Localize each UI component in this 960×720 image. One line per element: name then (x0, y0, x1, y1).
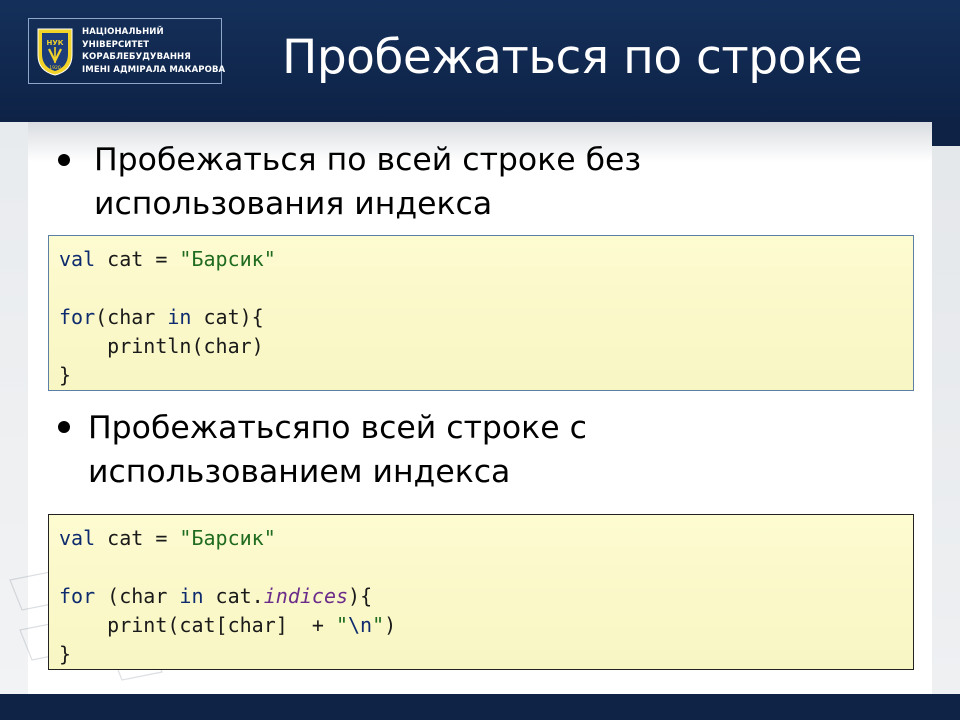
code1-line-3: for(char in cat){ (59, 303, 913, 332)
logo-line-1: НАЦІОНАЛЬНИЙ (82, 27, 164, 37)
code2-string: "Барсик" (179, 526, 276, 550)
code2-line-2 (59, 553, 913, 582)
bullet-2-line-2: использованием индекса (88, 454, 511, 490)
university-emblem-icon: НУК 1920 (37, 28, 73, 76)
code1-l1-text: cat = (95, 247, 180, 271)
right-side-strip (932, 122, 960, 694)
university-logo: НУК 1920 НАЦІОНАЛЬНИЙ УНІВЕРСИТЕТ КОРАБЛ… (28, 18, 225, 84)
code1-keyword-for: for (59, 305, 96, 329)
code2-property-indices: indices (263, 584, 349, 608)
code1-l3-b: cat){ (191, 305, 264, 329)
code2-escape-newline: \n (348, 613, 373, 637)
code2-line-1: val cat = "Барсик" (59, 524, 913, 553)
header-corner (932, 122, 960, 146)
code2-l3-c: ){ (348, 584, 373, 608)
code1-line-1: val cat = "Барсик" (59, 245, 913, 274)
code2-l1-text: cat = (95, 526, 180, 550)
bullet-dot-2 (58, 421, 70, 433)
code-block-2: val cat = "Барсик" for (char in cat.indi… (48, 514, 914, 670)
code2-quote-close: " (372, 613, 385, 637)
code1-keyword-in: in (167, 305, 192, 329)
code2-line-4: print(cat[char] + "\n") (59, 611, 913, 640)
logo-line-3: КОРАБЛЕБУДУВАННЯ (82, 52, 191, 62)
slide-title: Пробежаться по строке (282, 30, 863, 85)
bullet-2-line-1: Пробежатьсяпо всей строке с (88, 410, 587, 446)
bullet-2: Пробежатьсяпо всей строке с использовани… (88, 406, 587, 494)
code2-l3-b: cat. (203, 584, 264, 608)
logo-line-4: ІМЕНІ АДМІРАЛА МАКАРОВА (82, 64, 226, 75)
bullet-dot-1 (58, 154, 70, 166)
code1-keyword-val: val (59, 247, 96, 271)
code2-keyword-in: in (179, 584, 204, 608)
university-name: НАЦІОНАЛЬНИЙ УНІВЕРСИТЕТ КОРАБЛЕБУДУВАНН… (82, 26, 225, 76)
code2-l4-b: ) (384, 613, 397, 637)
code1-string: "Барсик" (179, 247, 276, 271)
code2-keyword-for: for (59, 584, 96, 608)
code1-line-5: } (59, 363, 72, 387)
bullet-1-line-1: Пробежаться по всей строке без (94, 142, 642, 178)
footer-bar (0, 694, 960, 720)
bullet-1-line-2: использования индекса (94, 186, 493, 222)
code2-l4-a: print(cat[char] + (59, 613, 336, 637)
code2-quote-open: " (335, 613, 348, 637)
code2-keyword-val: val (59, 526, 96, 550)
code1-l3-a: (char (95, 305, 168, 329)
code2-l3-a: (char (95, 584, 180, 608)
code1-line-2 (59, 274, 913, 303)
code1-line-4: println(char) (59, 334, 264, 358)
emblem-text: НУК (47, 39, 64, 47)
logo-line-2: УНІВЕРСИТЕТ (82, 39, 150, 50)
emblem-year: 1920 (49, 65, 61, 71)
code2-line-5: } (59, 642, 72, 666)
bullet-1: Пробежаться по всей строке без использов… (94, 138, 641, 226)
code-block-1: val cat = "Барсик" for(char in cat){ pri… (48, 235, 914, 391)
code2-line-3: for (char in cat.indices){ (59, 582, 913, 611)
